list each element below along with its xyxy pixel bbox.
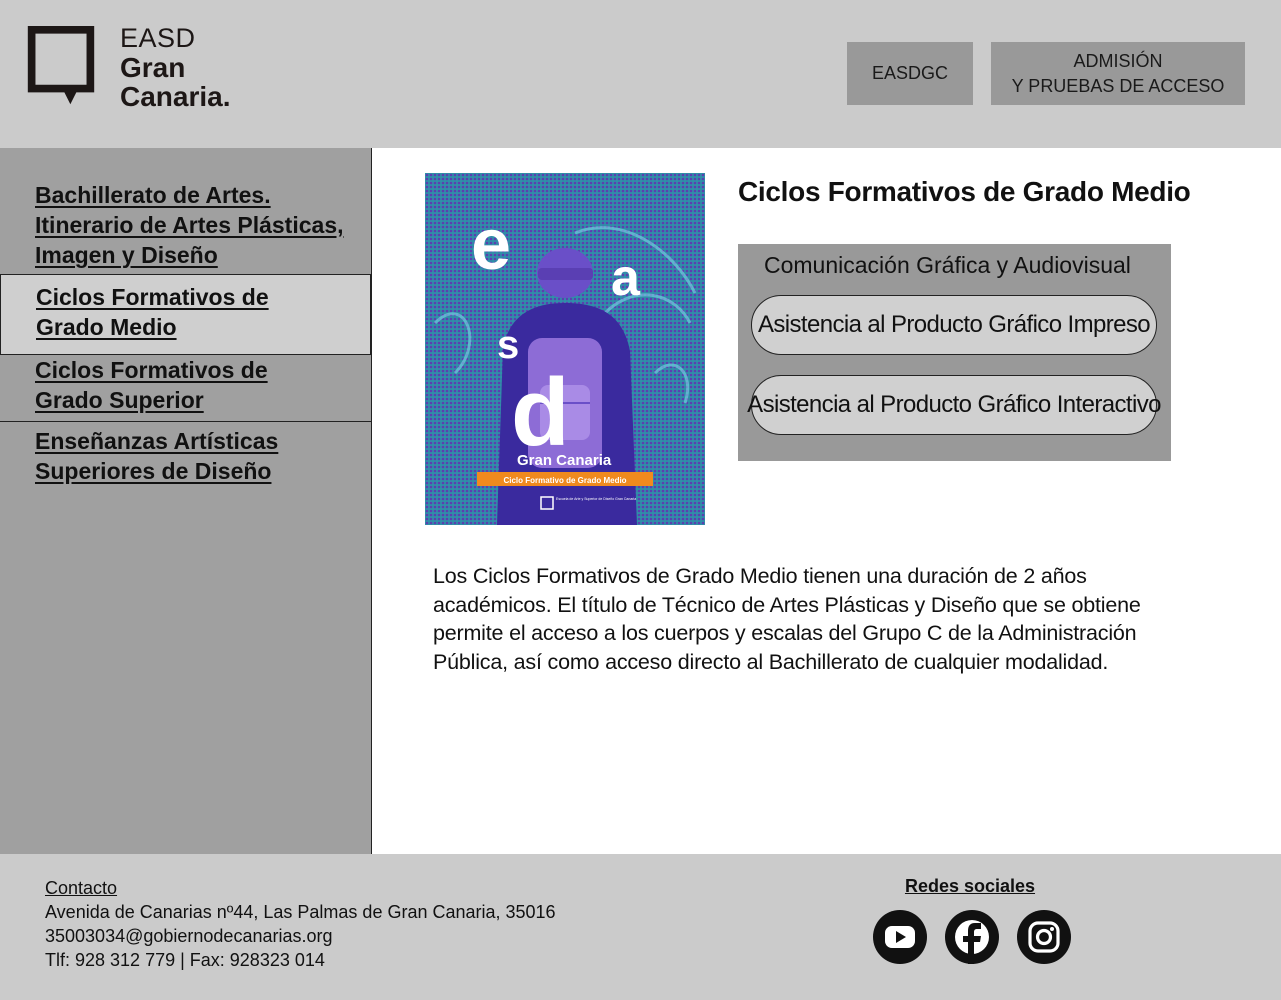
contact-address: Avenida de Canarias nº44, Las Palmas de … bbox=[45, 902, 556, 922]
course-family-heading: Comunicación Gráfica y Audiovisual bbox=[764, 252, 1131, 278]
course-button-interactivo[interactable]: Asistencia al Producto Gráfico Interacti… bbox=[747, 375, 1161, 435]
cover-school-name: Escuela de Arte y Superior de Diseño Gra… bbox=[556, 497, 636, 501]
sidebar-item-bachillerato[interactable]: Bachillerato de Artes. Itinerario de Art… bbox=[0, 180, 371, 275]
sidebar-item-grado-medio[interactable]: Ciclos Formativos de Grado Medio bbox=[0, 274, 371, 355]
admision-button[interactable]: ADMISIÓN Y PRUEBAS DE ACCESO bbox=[991, 42, 1245, 105]
logo-line-2: Gran bbox=[120, 52, 186, 83]
contact-link[interactable]: Contacto bbox=[45, 876, 556, 900]
cover-letter-a: a bbox=[611, 249, 641, 307]
youtube-icon[interactable] bbox=[873, 910, 927, 964]
logo-line-3: Canaria. bbox=[120, 81, 231, 112]
speech-bubble-logo-icon bbox=[27, 26, 95, 105]
easdgc-button[interactable]: EASDGC bbox=[847, 42, 973, 105]
site-header: EASD Gran Canaria. EASDGC ADMISIÓN Y PRU… bbox=[0, 0, 1281, 148]
contact-block: Contacto Avenida de Canarias nº44, Las P… bbox=[45, 876, 556, 972]
facebook-icon[interactable] bbox=[945, 910, 999, 964]
instagram-icon[interactable] bbox=[1017, 910, 1071, 964]
cover-letter-e: e bbox=[471, 205, 511, 285]
sidebar-nav: Bachillerato de Artes. Itinerario de Art… bbox=[0, 148, 372, 854]
course-family-box: Comunicación Gráfica y Audiovisual Asist… bbox=[738, 244, 1171, 461]
course-cover-image: e a s d Gran Canaria Ciclo Formativo de … bbox=[425, 173, 705, 525]
sidebar-item-label[interactable]: Bachillerato de Artes. Itinerario de Art… bbox=[35, 180, 371, 270]
sidebar-item-label[interactable]: Ciclos Formativos de Grado Medio bbox=[36, 282, 370, 342]
cover-letter-d: d bbox=[511, 359, 570, 466]
cover-brand: Gran Canaria bbox=[517, 452, 612, 469]
sidebar-item-grado-superior[interactable]: Ciclos Formativos de Grado Superior bbox=[0, 355, 371, 422]
course-description: Los Ciclos Formativos de Grado Medio tie… bbox=[433, 564, 1141, 675]
page-title: Ciclos Formativos de Grado Medio bbox=[738, 176, 1191, 207]
contact-phone: Tlf: 928 312 779 | Fax: 928323 014 bbox=[45, 950, 325, 970]
logo-text: EASD Gran Canaria. bbox=[120, 23, 231, 112]
social-title: Redes sociales bbox=[904, 876, 1036, 896]
sidebar-item-label[interactable]: Enseñanzas Artísticas Superiores de Dise… bbox=[35, 426, 371, 486]
site-footer: Contacto Avenida de Canarias nº44, Las P… bbox=[0, 854, 1281, 1000]
easd-logo[interactable]: EASD Gran Canaria. bbox=[22, 23, 272, 122]
cover-band: Ciclo Formativo de Grado Medio bbox=[503, 476, 626, 485]
contact-email: 35003034@gobiernodecanarias.org bbox=[45, 926, 333, 946]
logo-line-1: EASD bbox=[120, 23, 196, 53]
sidebar-item-ensenanzas-superiores[interactable]: Enseñanzas Artísticas Superiores de Dise… bbox=[0, 426, 371, 496]
sidebar-item-label[interactable]: Ciclos Formativos de Grado Superior bbox=[35, 355, 371, 415]
course-button-impreso[interactable]: Asistencia al Producto Gráfico Impreso bbox=[751, 295, 1157, 355]
